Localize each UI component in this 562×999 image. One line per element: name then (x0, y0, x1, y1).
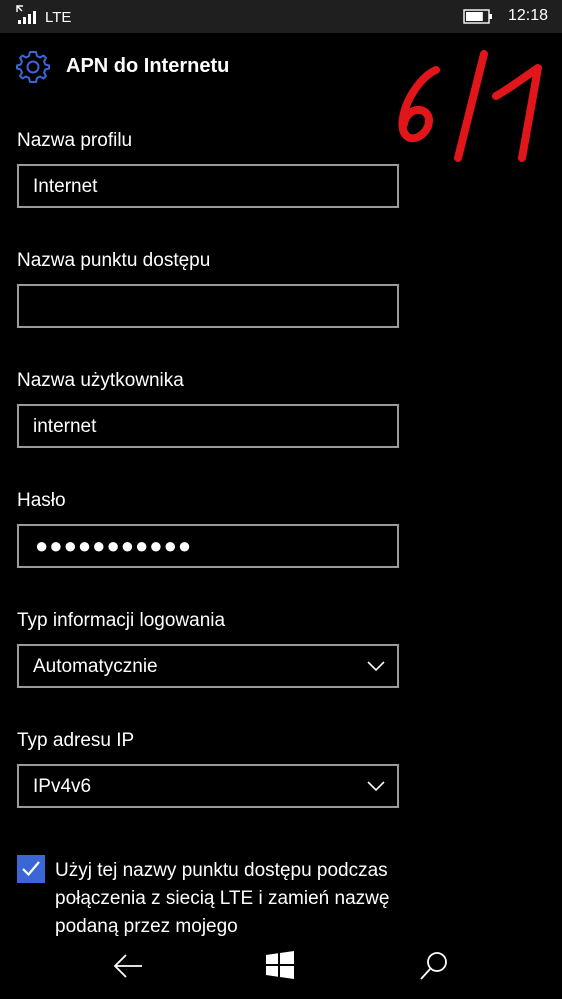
ip-type-value: IPv4v6 (33, 776, 92, 797)
network-type: LTE (45, 9, 72, 26)
search-icon[interactable] (418, 950, 450, 982)
login-info-type-dropdown[interactable]: Automatycznie (17, 644, 399, 688)
password-label: Hasło (17, 490, 66, 511)
signal-strength-icon (16, 5, 36, 24)
password-mask: ●●●●●●●●●●● (35, 533, 193, 558)
profile-name-value: Internet (33, 176, 98, 197)
password-input[interactable]: ●●●●●●●●●●● (17, 524, 399, 568)
username-input[interactable]: internet (17, 404, 399, 448)
use-for-lte-checkbox[interactable] (17, 855, 45, 883)
chevron-down-icon (367, 661, 385, 672)
page-title: APN do Internetu (66, 55, 230, 77)
login-info-type-label: Typ informacji logowania (17, 610, 226, 631)
status-bar: LTE 12:18 (0, 0, 562, 33)
battery-fill (466, 12, 483, 21)
windows-icon[interactable] (266, 951, 294, 979)
apn-input[interactable] (17, 284, 399, 328)
back-arrow-icon[interactable] (112, 952, 144, 980)
username-value: internet (33, 416, 97, 437)
profile-name-label: Nazwa profilu (17, 130, 133, 151)
apn-label: Nazwa punktu dostępu (17, 250, 211, 271)
login-info-type-value: Automatycznie (33, 656, 158, 677)
profile-name-input[interactable]: Internet (17, 164, 399, 208)
ip-type-dropdown[interactable]: IPv4v6 (17, 764, 399, 808)
username-label: Nazwa użytkownika (17, 370, 184, 391)
battery-icon (463, 9, 492, 24)
handwritten-annotation (398, 50, 542, 162)
clock: 12:18 (508, 7, 549, 24)
gear-icon (16, 51, 50, 83)
use-for-lte-label: Użyj tej nazwy punktu dostępu podczas po… (55, 860, 390, 937)
checkmark-icon (22, 861, 40, 877)
chevron-down-icon (367, 781, 385, 792)
navigation-bar (0, 937, 562, 999)
ip-type-label: Typ adresu IP (17, 730, 135, 751)
